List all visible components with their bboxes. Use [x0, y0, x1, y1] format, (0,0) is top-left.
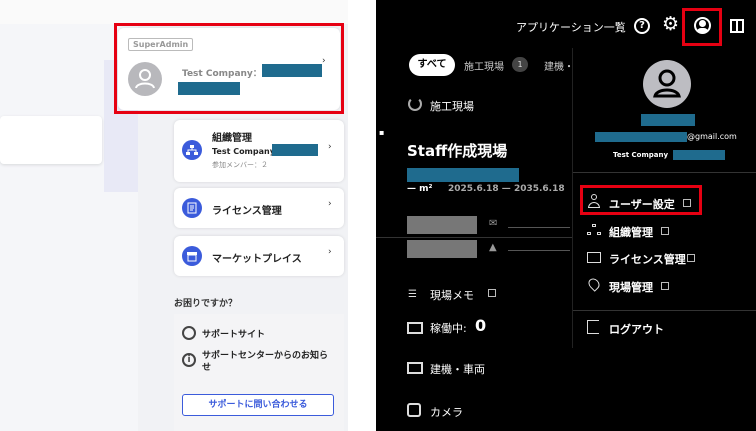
memo-label[interactable]: 現場メモ: [430, 287, 474, 303]
logout-item[interactable]: ログアウト: [609, 321, 664, 337]
panel-layout-icon[interactable]: [730, 19, 744, 33]
logout-icon: [587, 320, 599, 334]
license-list-icon: [587, 252, 601, 263]
location-pin-icon: [586, 276, 602, 292]
divider-line: [573, 172, 756, 173]
small-marker: ▪: [379, 128, 385, 137]
marketplace-card[interactable]: マーケットプレイス ›: [174, 236, 344, 276]
external-link-icon: [687, 254, 695, 262]
envelope-icon: ✉: [489, 218, 498, 229]
section-title: 施工現場: [430, 100, 474, 113]
redacted-email-local: [595, 132, 687, 142]
divider-line: [508, 227, 570, 228]
app-list-link[interactable]: アプリケーション一覧: [516, 19, 626, 35]
camera-icon: [407, 403, 421, 417]
support-site-link[interactable]: サポートサイト: [202, 327, 265, 340]
site-area: — m²: [407, 184, 433, 194]
support-site-icon: [182, 326, 196, 340]
tab-count-badge: 1: [512, 57, 528, 72]
help-heading: お困りですか？: [174, 299, 238, 309]
site-management-item[interactable]: 現場管理: [609, 279, 653, 295]
redacted-user-name: [641, 114, 695, 126]
tab-construction-sites[interactable]: 施工現場: [464, 58, 504, 73]
highlight-box-user-settings: [580, 185, 702, 215]
left-panel: SuperAdmin Test Company： › 組織管理 Test Com…: [0, 0, 348, 431]
site-period: 2025.6.18 — 2035.6.18: [448, 184, 565, 194]
redacted-org-name: [272, 144, 318, 156]
chevron-right-icon: ›: [328, 142, 332, 152]
machine-icon: [407, 322, 423, 334]
tab-machines[interactable]: 建機・: [544, 58, 574, 73]
camera-label[interactable]: カメラ: [430, 404, 463, 420]
dropdown-company: Test Company: [613, 151, 669, 159]
org-title: 組織管理: [212, 133, 252, 144]
chevron-right-icon: ›: [328, 199, 332, 209]
dropdown-avatar-person-icon: [653, 69, 681, 98]
triangle-icon: ▲: [489, 242, 497, 253]
divider-line: [508, 250, 570, 251]
chevron-right-icon: ›: [328, 247, 332, 257]
highlight-box-account-icon: [682, 8, 722, 46]
active-count: 0: [475, 316, 487, 335]
tab-all[interactable]: すべて: [409, 54, 455, 76]
document-icon: [182, 198, 202, 218]
redacted-dropdown-company: [673, 150, 725, 160]
dropdown-avatar: [643, 60, 691, 108]
highlight-box-account: [114, 23, 344, 114]
left-top-strip: [0, 0, 348, 24]
site-name[interactable]: Staff作成現場: [407, 140, 507, 161]
org-chart-icon: [182, 140, 202, 160]
support-news-link[interactable]: サポートセンターからのお知らせ: [202, 350, 336, 374]
placeholder-block-1: [407, 216, 477, 234]
marketplace-label: マーケットプレイス: [212, 254, 302, 265]
vehicle-icon: [407, 362, 423, 374]
contact-support-button[interactable]: サポートに問い合わせる: [182, 394, 334, 416]
org-chart-icon: [587, 224, 601, 236]
active-label: 稼働中:: [430, 322, 467, 335]
external-link-icon: [488, 289, 496, 297]
org-member-count: 参加メンバー：２: [212, 161, 268, 169]
loading-spinner-icon: [408, 97, 422, 111]
license-label: ライセンス管理: [212, 206, 282, 217]
divider-line: [573, 310, 756, 311]
menu-lines-icon: ☰: [408, 289, 417, 300]
license-management-card[interactable]: ライセンス管理 ›: [174, 188, 344, 228]
help-icon[interactable]: ?: [634, 18, 650, 34]
placeholder-block-2: [407, 240, 477, 258]
email-domain: @gmail.com: [687, 132, 737, 141]
org-management-item[interactable]: 組織管理: [609, 224, 653, 240]
vehicles-label[interactable]: 建機・車両: [430, 361, 485, 377]
right-panel: アプリケーション一覧 ? ⚙ すべて 施工現場 1 建機・ 施工現場 ▪ Sta…: [376, 0, 756, 431]
org-management-card[interactable]: 組織管理 Test Company： 参加メンバー：２ ›: [174, 120, 344, 182]
redacted-site-address: [407, 168, 519, 182]
external-link-icon: [661, 227, 669, 235]
license-management-item[interactable]: ライセンス管理: [609, 251, 686, 267]
store-icon: [182, 246, 202, 266]
left-partial-card[interactable]: [0, 116, 102, 164]
info-icon: i: [182, 353, 196, 367]
external-link-icon: [661, 282, 669, 290]
gear-icon[interactable]: ⚙: [662, 13, 679, 35]
